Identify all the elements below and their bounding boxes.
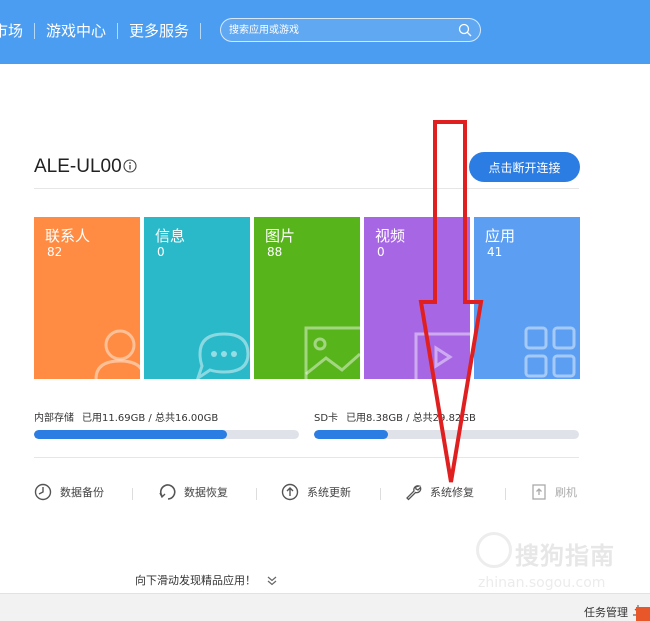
- scroll-hint[interactable]: 向下滑动发现精品应用！: [135, 572, 278, 588]
- sd-storage-bar: [314, 430, 579, 439]
- sd-storage-fill: [314, 430, 389, 439]
- task-manager-link[interactable]: 任务管理: [584, 604, 628, 620]
- search-icon[interactable]: [458, 23, 472, 37]
- update-icon: [281, 483, 299, 501]
- tile-label: 联系人: [45, 227, 91, 245]
- tile-count: 0: [377, 245, 385, 259]
- tool-label: 数据备份: [60, 486, 104, 499]
- tile-count: 41: [487, 245, 503, 259]
- tool-label: 刷机: [555, 486, 577, 499]
- divider: [34, 188, 579, 189]
- info-icon[interactable]: [123, 159, 137, 173]
- contact-icon: [94, 329, 140, 379]
- watermark-text: 搜狗指南: [515, 542, 615, 570]
- internal-storage-detail: 已用11.69GB / 总共16.00GB: [82, 413, 219, 424]
- nav-separator: [200, 22, 202, 39]
- sd-storage-detail: 已用8.38GB / 总共29.82GB: [346, 413, 476, 424]
- tile-label: 视频: [375, 227, 406, 245]
- top-nav: 市场 游戏中心 更多服务: [0, 20, 202, 41]
- apps-icon: [524, 326, 576, 378]
- message-icon: [196, 332, 250, 379]
- sogou-logo-icon: [476, 532, 512, 568]
- flash-button[interactable]: 刷机: [531, 483, 577, 501]
- tile-pictures[interactable]: 图片 88: [254, 217, 360, 379]
- wrench-icon: [406, 485, 422, 501]
- bottom-bar: 任务管理: [0, 593, 650, 621]
- tile-count: 88: [267, 245, 283, 259]
- backup-button[interactable]: 数据备份: [34, 483, 104, 501]
- corner-badge: [636, 607, 650, 621]
- tool-separator: [132, 488, 133, 500]
- nav-item-more-services[interactable]: 更多服务: [118, 20, 200, 41]
- tile-label: 图片: [265, 227, 296, 245]
- tile-videos[interactable]: 视频 0: [364, 217, 470, 379]
- tile-messages[interactable]: 信息 0: [144, 217, 250, 379]
- nav-item-market[interactable]: 市场: [0, 20, 34, 41]
- internal-storage-bar: [34, 430, 299, 439]
- search-box[interactable]: [220, 18, 481, 42]
- tool-label: 系统更新: [307, 486, 351, 499]
- disconnect-button[interactable]: 点击断开连接: [469, 152, 580, 182]
- search-input[interactable]: [229, 21, 449, 39]
- tool-label: 数据恢复: [184, 486, 228, 499]
- device-name: ALE-UL00: [34, 156, 122, 177]
- tool-separator: [505, 488, 506, 500]
- flash-icon: [532, 484, 546, 500]
- watermark: 搜狗指南 zhinan.sogou.com: [470, 530, 640, 600]
- tool-separator: [380, 488, 381, 500]
- watermark-url: zhinan.sogou.com: [478, 575, 606, 591]
- tile-count: 0: [157, 245, 165, 259]
- tile-count: 82: [47, 245, 63, 259]
- tile-label: 信息: [155, 227, 186, 245]
- tool-label: 系统修复: [430, 486, 474, 499]
- update-button[interactable]: 系统更新: [281, 483, 351, 501]
- repair-button[interactable]: 系统修复: [404, 483, 474, 501]
- tool-separator: [256, 488, 257, 500]
- tile-contacts[interactable]: 联系人 82: [34, 217, 140, 379]
- nav-item-game-center[interactable]: 游戏中心: [35, 20, 117, 41]
- picture-icon: [304, 326, 360, 379]
- restore-button[interactable]: 数据恢复: [158, 483, 228, 501]
- top-bar: 市场 游戏中心 更多服务: [0, 0, 650, 64]
- video-icon: [414, 332, 470, 379]
- sd-storage-title: SD卡: [314, 413, 339, 424]
- tile-label: 应用: [485, 227, 516, 245]
- internal-storage-label: 内部存储 已用11.69GB / 总共16.00GB: [34, 409, 218, 424]
- restore-icon: [159, 484, 176, 500]
- scroll-hint-text: 向下滑动发现精品应用！: [135, 574, 256, 587]
- internal-storage-title: 内部存储: [34, 413, 74, 424]
- backup-icon: [34, 483, 52, 501]
- divider: [34, 457, 579, 458]
- sd-storage-label: SD卡 已用8.38GB / 总共29.82GB: [314, 409, 476, 424]
- double-chevron-down-icon: [267, 576, 276, 586]
- internal-storage-fill: [34, 430, 228, 439]
- tile-apps[interactable]: 应用 41: [474, 217, 580, 379]
